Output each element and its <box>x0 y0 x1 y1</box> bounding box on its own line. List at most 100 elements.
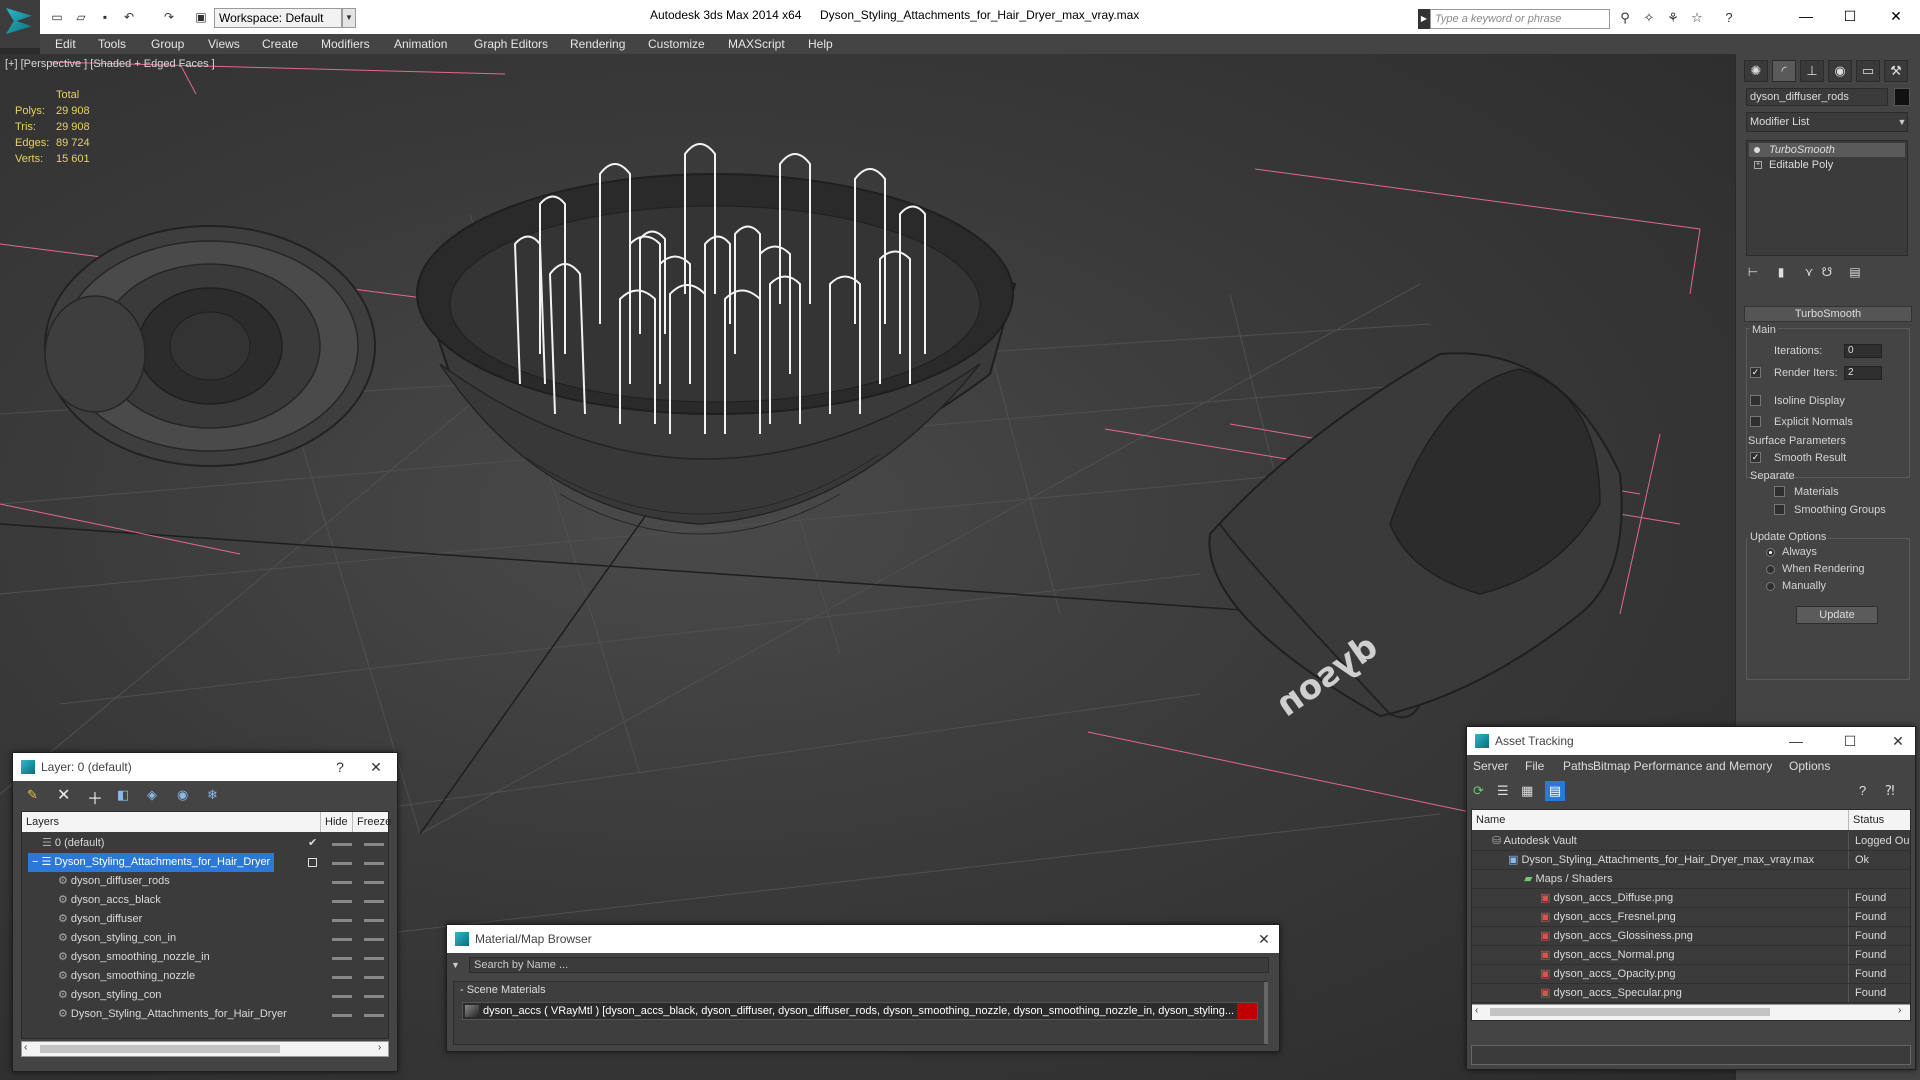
menu-options[interactable]: Options <box>1789 759 1830 773</box>
maximize-button[interactable]: ☐ <box>1830 5 1870 27</box>
hide-toggle[interactable]: ▬▬ <box>332 948 352 967</box>
menu-help[interactable]: Help <box>808 34 833 54</box>
highlight-layer-icon[interactable]: ◈ <box>147 787 167 805</box>
col-layers[interactable]: Layers <box>26 812 59 832</box>
smoothing-nozzle-model[interactable]: dyson <box>1208 352 1623 725</box>
asset-path-field[interactable] <box>1471 1045 1911 1065</box>
hide-toggle[interactable]: ▬▬ <box>332 910 352 929</box>
layer-row[interactable]: ⚙ dyson_accs_black ▬▬ ▬▬ <box>22 891 388 910</box>
vault-help-icon[interactable]: ⁈ <box>1885 783 1903 801</box>
show-end-result-icon[interactable]: ▮ <box>1770 262 1792 282</box>
asset-row[interactable]: ▣ dyson_accs_Glossiness.png Found <box>1472 927 1910 946</box>
menu-create[interactable]: Create <box>262 34 298 54</box>
object-name-field[interactable]: dyson_diffuser_rods <box>1746 88 1888 106</box>
freeze-toggle[interactable]: ▬▬ <box>364 834 384 853</box>
close-button[interactable]: ✕ <box>365 753 387 781</box>
materials-checkbox[interactable] <box>1774 486 1785 497</box>
save-file-icon[interactable]: ▪ <box>96 9 114 25</box>
when-rendering-radio[interactable] <box>1766 565 1775 574</box>
add-to-layer-icon[interactable]: ＋ <box>87 785 107 808</box>
help-button[interactable]: ? <box>329 753 351 781</box>
scroll-left-icon[interactable]: ‹ <box>1475 1005 1478 1016</box>
object-color-swatch[interactable] <box>1894 88 1910 106</box>
modify-tab-icon[interactable]: ◜ <box>1772 60 1796 82</box>
menu-tools[interactable]: Tools <box>98 34 126 54</box>
subscription-icon[interactable]: ✧ <box>1640 10 1658 26</box>
styling-concentrator-model[interactable] <box>44 225 376 467</box>
material-search-input[interactable]: Search by Name ... <box>469 957 1269 973</box>
stack-item-turbosmooth[interactable]: TurboSmooth <box>1749 143 1905 157</box>
layer-row[interactable]: ⚙ dyson_diffuser ▬▬ ▬▬ <box>22 910 388 929</box>
current-layer-box[interactable] <box>308 858 317 867</box>
manually-radio[interactable] <box>1766 582 1775 591</box>
menu-animation[interactable]: Animation <box>394 34 447 54</box>
smoothing-groups-checkbox[interactable] <box>1774 504 1785 515</box>
explicit-normals-checkbox[interactable] <box>1750 416 1761 427</box>
remove-modifier-icon[interactable]: ☋ <box>1816 262 1838 282</box>
material-entry[interactable]: dyson_accs ( VRayMtl ) [dyson_accs_black… <box>462 1002 1258 1020</box>
undo-icon[interactable]: ↶ <box>120 9 138 25</box>
close-button[interactable]: ✕ <box>1253 925 1275 953</box>
motion-tab-icon[interactable]: ◉ <box>1828 60 1852 82</box>
hide-toggle[interactable]: ▬▬ <box>332 872 352 891</box>
utilities-tab-icon[interactable]: ⚒ <box>1884 60 1908 82</box>
hierarchy-tab-icon[interactable]: ⊥ <box>1800 60 1824 82</box>
menu-rendering[interactable]: Rendering <box>570 34 625 54</box>
viewport-label[interactable]: [+] [Perspective ] [Shaded + Edged Faces… <box>5 58 215 70</box>
hide-toggle[interactable]: ▬▬ <box>332 1005 352 1024</box>
hide-toggle[interactable]: ▬▬ <box>332 853 352 872</box>
freeze-all-icon[interactable]: ❄ <box>207 787 227 805</box>
freeze-toggle[interactable]: ▬▬ <box>364 910 384 929</box>
close-button[interactable]: ✕ <box>1876 5 1916 27</box>
col-hide[interactable]: Hide <box>320 812 350 832</box>
layer-row[interactable]: ⚙ dyson_smoothing_nozzle ▬▬ ▬▬ <box>22 967 388 986</box>
delete-layer-icon[interactable]: ✕ <box>57 785 77 804</box>
freeze-toggle[interactable]: ▬▬ <box>364 986 384 1005</box>
browser-options-icon[interactable]: ▼ <box>451 957 465 973</box>
isoline-display-checkbox[interactable] <box>1750 395 1761 406</box>
layer-horizontal-scrollbar[interactable]: ‹ › <box>21 1041 389 1057</box>
workspace-dropdown[interactable]: Workspace: Default <box>214 8 342 28</box>
freeze-toggle[interactable]: ▬▬ <box>364 872 384 891</box>
update-button[interactable]: Update <box>1796 606 1878 624</box>
layer-row[interactable]: ⚙ dyson_styling_con ▬▬ ▬▬ <box>22 986 388 1005</box>
new-file-icon[interactable]: ▭ <box>48 9 66 25</box>
asset-row[interactable]: ▣ dyson_accs_Specular.png Found <box>1472 984 1910 1003</box>
hide-toggle[interactable]: ▬▬ <box>332 986 352 1005</box>
render-iters-checkbox[interactable]: ✓ <box>1750 367 1761 378</box>
display-tab-icon[interactable]: ▭ <box>1856 60 1880 82</box>
freeze-toggle[interactable]: ▬▬ <box>364 1005 384 1024</box>
asset-row[interactable]: ▰ Maps / Shaders <box>1472 870 1910 889</box>
help-icon[interactable]: ? <box>1720 10 1738 26</box>
menu-paths[interactable]: Paths <box>1563 759 1594 773</box>
redo-icon[interactable]: ↷ <box>160 9 178 25</box>
layer-row[interactable]: ⚙ Dyson_Styling_Attachments_for_Hair_Dry… <box>22 1005 388 1024</box>
layer-row[interactable]: ⚙ dyson_diffuser_rods ▬▬ ▬▬ <box>22 872 388 891</box>
menu-views[interactable]: Views <box>208 34 240 54</box>
hide-toggle[interactable]: ▬▬ <box>332 834 352 853</box>
freeze-toggle[interactable]: ▬▬ <box>364 967 384 986</box>
scroll-left-icon[interactable]: ‹ <box>24 1042 27 1053</box>
hide-all-icon[interactable]: ◉ <box>177 787 197 805</box>
freeze-toggle[interactable]: ▬▬ <box>364 853 384 872</box>
chevron-down-icon[interactable]: ▼ <box>1896 113 1908 131</box>
close-button[interactable]: ✕ <box>1887 727 1909 755</box>
menu-edit[interactable]: Edit <box>55 34 76 54</box>
asset-row[interactable]: ▣ dyson_accs_Opacity.png Found <box>1472 965 1910 984</box>
menu-file[interactable]: File <box>1525 759 1544 773</box>
communication-icon[interactable]: ⚘ <box>1664 10 1682 26</box>
asset-horizontal-scrollbar[interactable]: ‹ › <box>1472 1004 1910 1020</box>
menu-server[interactable]: Server <box>1473 759 1508 773</box>
minimize-button[interactable]: — <box>1785 727 1807 755</box>
table-view-icon[interactable]: ▤ <box>1545 781 1565 801</box>
detail-view-icon[interactable]: ▦ <box>1521 783 1539 801</box>
active-check-icon[interactable]: ✔ <box>308 834 317 853</box>
project-folder-icon[interactable]: ▣ <box>192 9 210 25</box>
list-view-icon[interactable]: ☰ <box>1497 783 1515 801</box>
render-iters-spinner[interactable]: 2 <box>1844 366 1882 380</box>
menu-bitmap-performance[interactable]: Bitmap Performance and Memory <box>1593 759 1772 773</box>
menu-customize[interactable]: Customize <box>648 34 705 54</box>
menu-graph-editors[interactable]: Graph Editors <box>474 34 548 54</box>
layer-row[interactable]: − ☰ Dyson_Styling_Attachments_for_Hair_D… <box>22 853 388 872</box>
open-file-icon[interactable]: ▱ <box>72 9 90 25</box>
